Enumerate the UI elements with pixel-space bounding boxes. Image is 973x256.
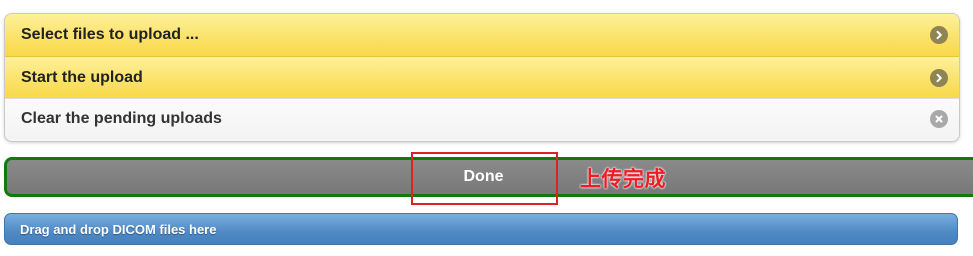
clear-pending-button[interactable]: Clear the pending uploads bbox=[5, 98, 959, 139]
start-upload-button[interactable]: Start the upload bbox=[5, 56, 959, 98]
select-files-label: Select files to upload ... bbox=[21, 26, 199, 43]
progress-status-text: Done bbox=[463, 168, 504, 185]
clear-pending-label: Clear the pending uploads bbox=[21, 110, 222, 127]
annotation-label: 上传完成 bbox=[580, 168, 666, 191]
close-icon bbox=[930, 110, 948, 128]
dicom-drop-zone[interactable]: Drag and drop DICOM files here bbox=[4, 213, 958, 245]
drop-zone-label: Drag and drop DICOM files here bbox=[20, 221, 217, 237]
start-upload-label: Start the upload bbox=[21, 68, 143, 86]
arrow-right-icon bbox=[930, 68, 948, 87]
upload-action-list: Select files to upload ... Start the upl… bbox=[4, 13, 960, 142]
arrow-right-icon bbox=[930, 26, 948, 44]
upload-progress-bar: Done bbox=[4, 157, 973, 197]
select-files-button[interactable]: Select files to upload ... bbox=[5, 14, 959, 56]
upload-panel: Select files to upload ... Start the upl… bbox=[0, 0, 973, 256]
